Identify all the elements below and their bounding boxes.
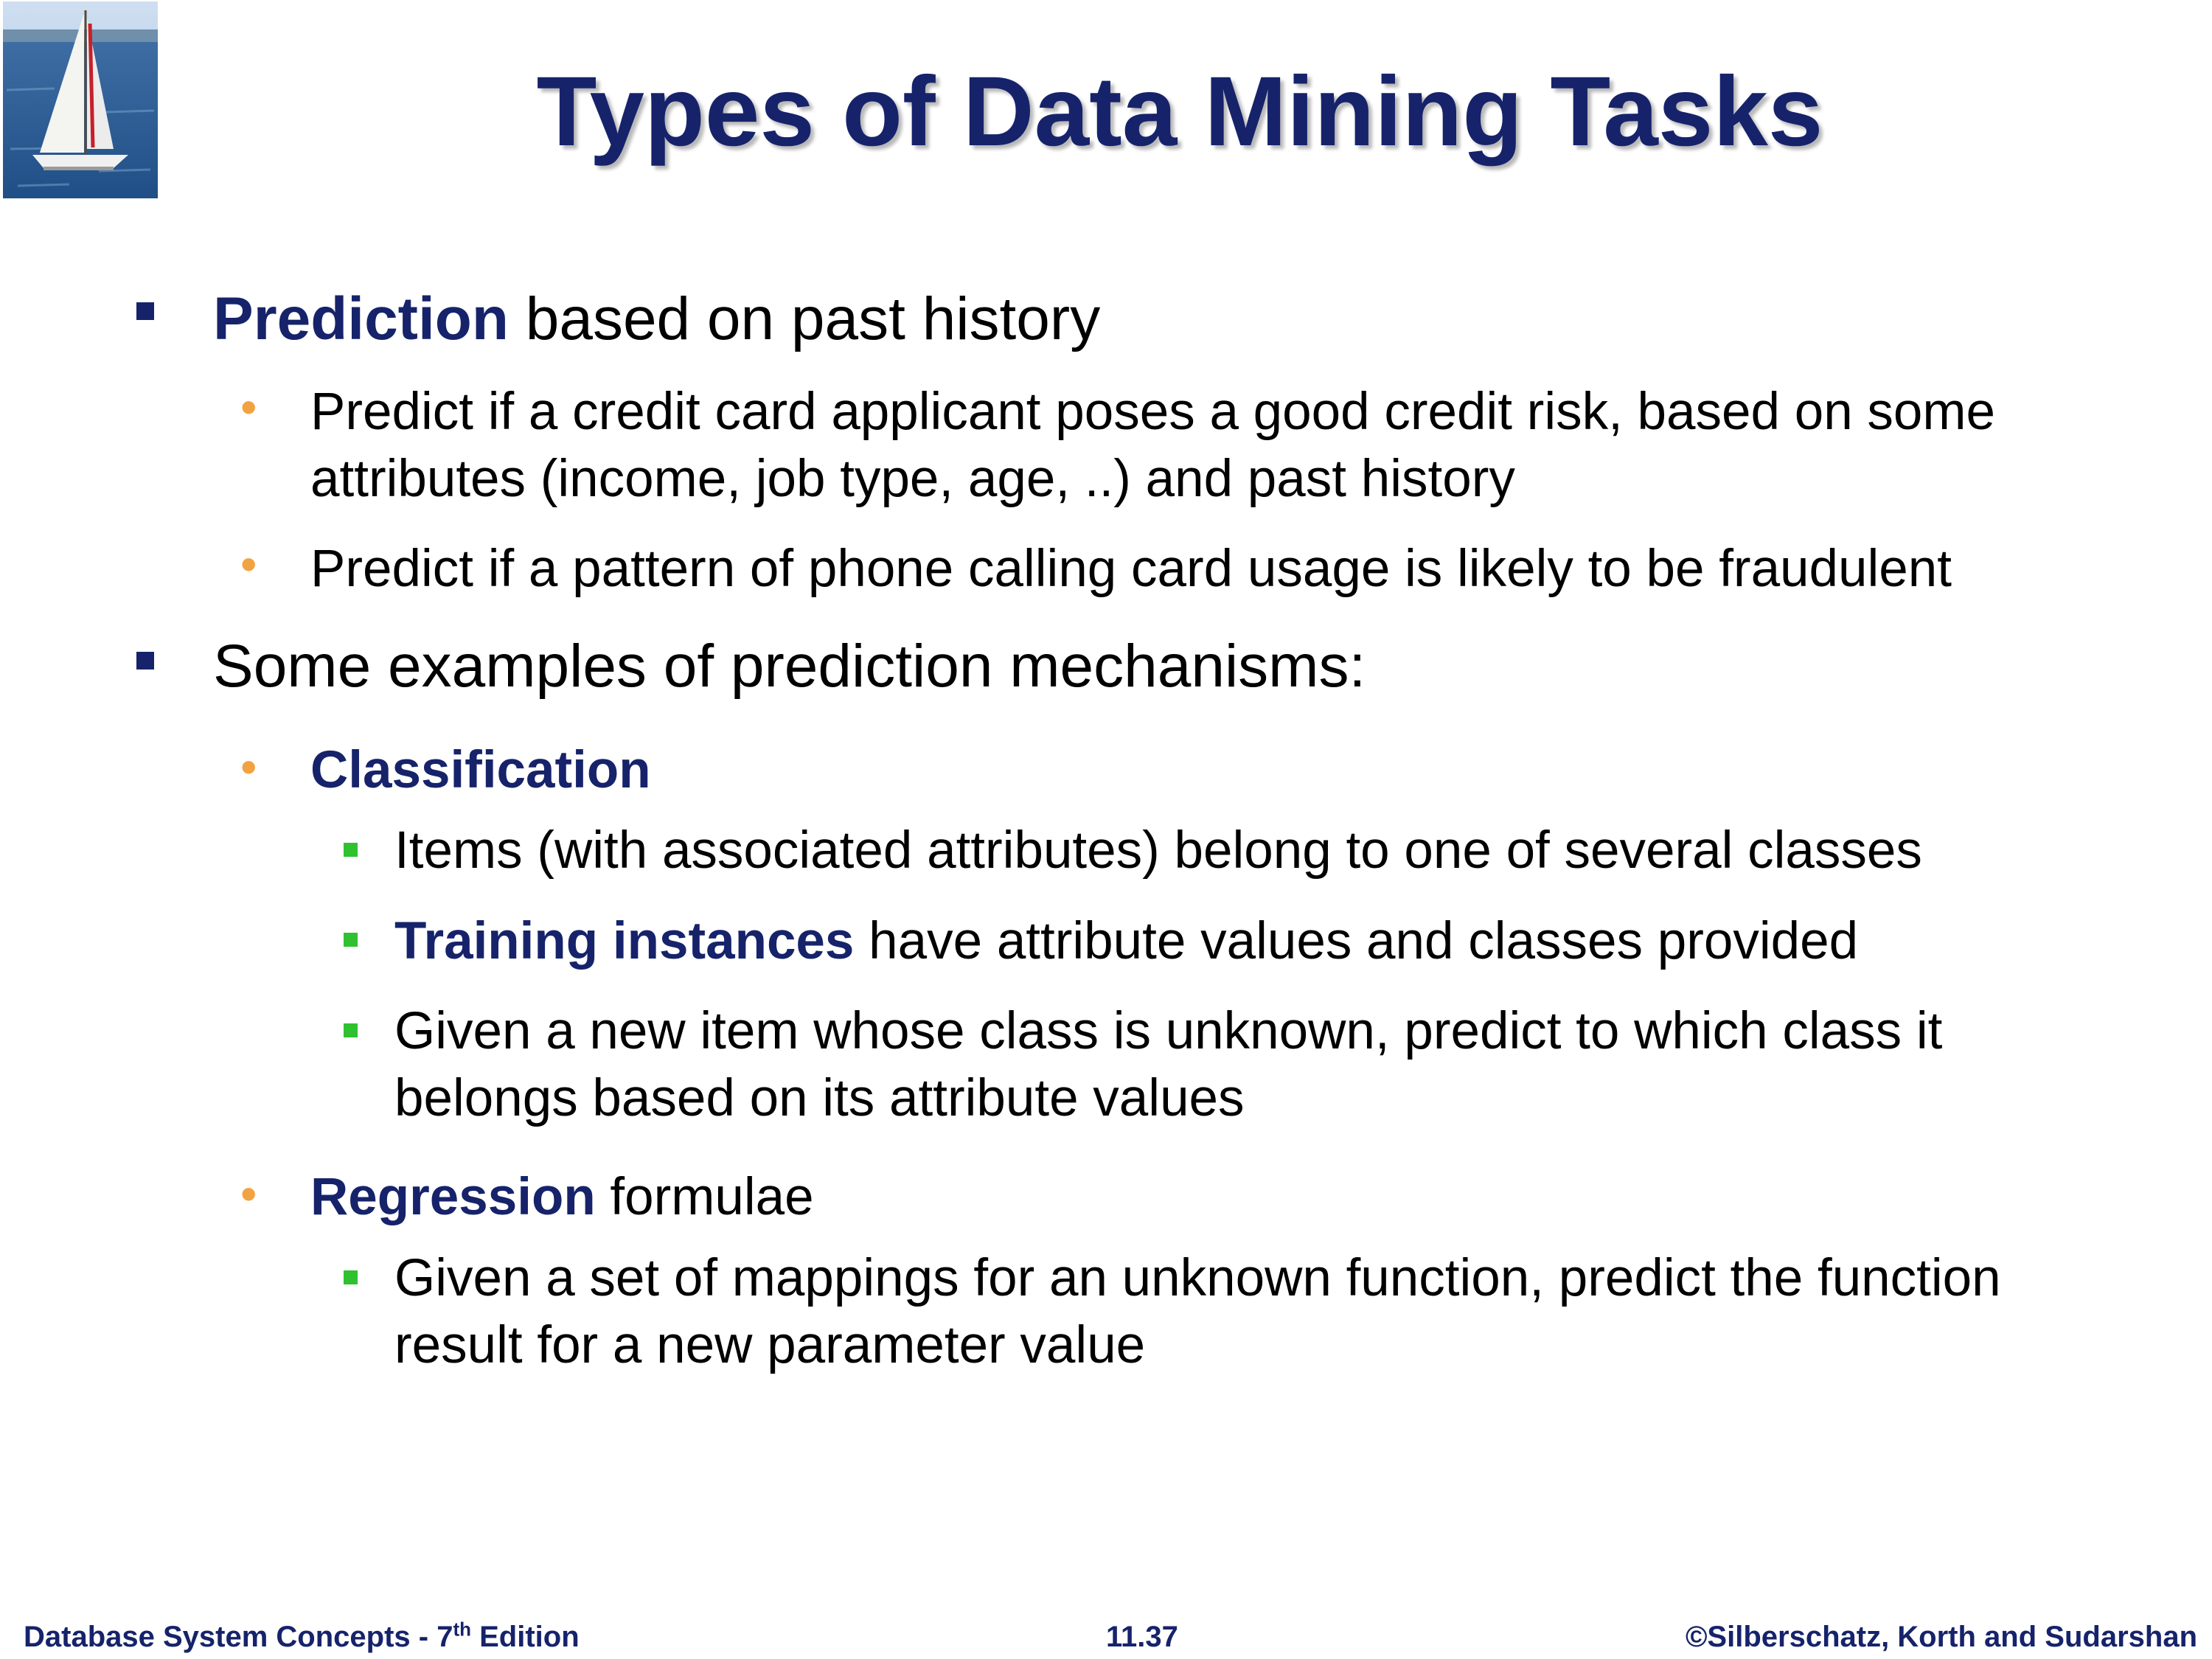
level3-bullet-icon [344, 933, 358, 947]
bullet-training-instances: Training instances have attribute values… [394, 908, 1858, 975]
bullet-credit-card-line2: attributes (income, job type, age, ..) a… [310, 450, 1515, 508]
level3-bullet-icon [344, 843, 358, 857]
level3-bullet-icon [344, 1270, 358, 1284]
footer-book-title: Database System Concepts - 7th Edition [24, 1618, 580, 1655]
bullet-new-item-line1: Given a new item whose class is unknown,… [394, 1002, 1943, 1060]
footer-edition-text: Edition [471, 1621, 580, 1653]
bullet-text: have attribute values and classes provid… [854, 912, 1859, 970]
level3-bullet-icon [344, 1023, 358, 1037]
bullet-text: formulae [595, 1168, 814, 1226]
level1-bullet-icon [136, 302, 154, 320]
level2-bullet-icon: • [240, 380, 257, 434]
bullet-classification: Classification [310, 741, 651, 799]
emphasis-training-instances: Training instances [394, 912, 855, 970]
footer-page-number: 11.37 [1106, 1621, 1178, 1653]
bullet-mappings-line1: Given a set of mappings for an unknown f… [394, 1249, 2001, 1307]
bullet-new-item-line2: belongs based on its attribute values [394, 1069, 1245, 1127]
level2-bullet-icon: • [240, 1167, 257, 1220]
bullet-examples: Some examples of prediction mechanisms: [213, 633, 1366, 700]
bullet-prediction: Prediction based on past history [213, 285, 1100, 353]
footer-copyright: ©Silberschatz, Korth and Sudarshan [1685, 1621, 2197, 1653]
bullet-items: Items (with associated attributes) belon… [394, 821, 1922, 880]
level1-bullet-icon [136, 652, 154, 669]
level2-bullet-icon: • [240, 538, 257, 591]
footer-edition-sup: th [453, 1618, 471, 1641]
emphasis-regression: Regression [310, 1168, 596, 1226]
bullet-mappings-line2: result for a new parameter value [394, 1316, 1146, 1374]
slide-title: Types of Data Mining Tasks [536, 57, 1823, 167]
bullet-text: based on past history [508, 285, 1101, 352]
emphasis-prediction: Prediction [213, 285, 509, 352]
sailboat-logo-icon [3, 1, 158, 198]
level2-bullet-icon: • [240, 740, 257, 793]
bullet-phone-card: Predict if a pattern of phone calling ca… [310, 540, 1952, 598]
footer-book-title-text: Database System Concepts - 7 [24, 1621, 453, 1653]
bullet-credit-card-line1: Predict if a credit card applicant poses… [310, 383, 1996, 441]
bullet-regression: Regression formulae [310, 1164, 814, 1231]
